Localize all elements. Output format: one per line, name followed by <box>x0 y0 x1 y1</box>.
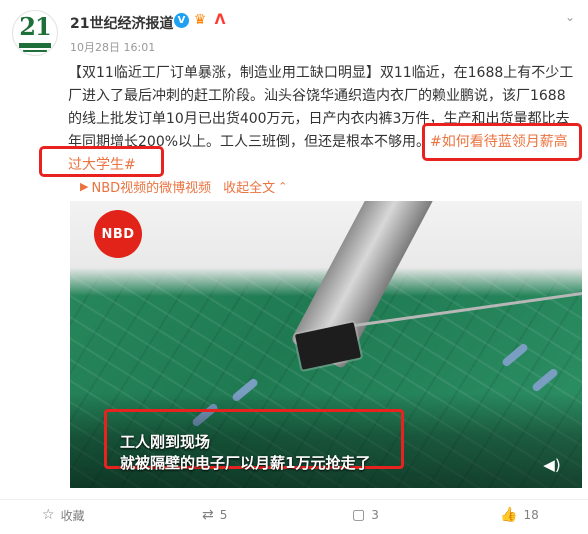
chevron-down-icon[interactable]: ⌄ <box>563 10 577 24</box>
video-source-icon: ▶ <box>80 180 89 193</box>
avatar-logo-line <box>23 50 47 52</box>
like-button[interactable]: 👍 18 <box>500 506 539 524</box>
avatar[interactable]: 21 <box>12 10 58 56</box>
post-time[interactable]: 10月28日 16:01 <box>70 39 155 55</box>
verified-icon: V <box>174 13 189 28</box>
like-count: 18 <box>523 508 539 522</box>
like-icon: 👍 <box>500 507 518 523</box>
hashtag-highlight-box-2 <box>39 146 164 177</box>
comment-button[interactable]: ▢ 3 <box>352 506 379 524</box>
video-source-line: ▶ NBD视频的微博视频 收起全文 ⌃ <box>80 177 287 196</box>
collapse-text[interactable]: 收起全文 <box>223 177 275 196</box>
caption-line-2: 就被隔壁的电子厂以月薪1万元抢走了 <box>120 454 371 472</box>
favorite-icon: ☆ <box>42 507 55 523</box>
favorite-button[interactable]: ☆ 收藏 <box>42 506 85 524</box>
avatar-logo-text: 21 <box>19 12 51 41</box>
volume-icon[interactable]: ◀) <box>542 455 562 475</box>
comment-count: 3 <box>371 508 379 522</box>
repost-count: 5 <box>219 508 228 522</box>
favorite-label: 收藏 <box>60 508 85 523</box>
a-badge-icon: Ʌ <box>214 12 226 28</box>
caption-line-1: 工人刚到现场 <box>120 433 211 451</box>
repost-button[interactable]: ⇄ 5 <box>202 506 227 524</box>
avatar-logo-bar <box>19 43 51 48</box>
hashtag-highlight-box-1 <box>422 123 582 161</box>
video-player[interactable]: NBD 工人刚到现场 就被隔壁的电子厂以月薪1万元抢走了 ◀) <box>70 201 582 488</box>
action-divider <box>0 499 588 500</box>
nbd-logo: NBD <box>94 210 142 258</box>
video-source-link[interactable]: NBD视频的微博视频 <box>91 177 211 196</box>
repost-icon: ⇄ <box>202 507 214 523</box>
author-name[interactable]: 21世纪经济报道 <box>70 13 173 33</box>
collapse-icon[interactable]: ⌃ <box>278 180 287 193</box>
comment-icon: ▢ <box>352 507 366 523</box>
crown-icon: ♛ <box>193 12 207 28</box>
